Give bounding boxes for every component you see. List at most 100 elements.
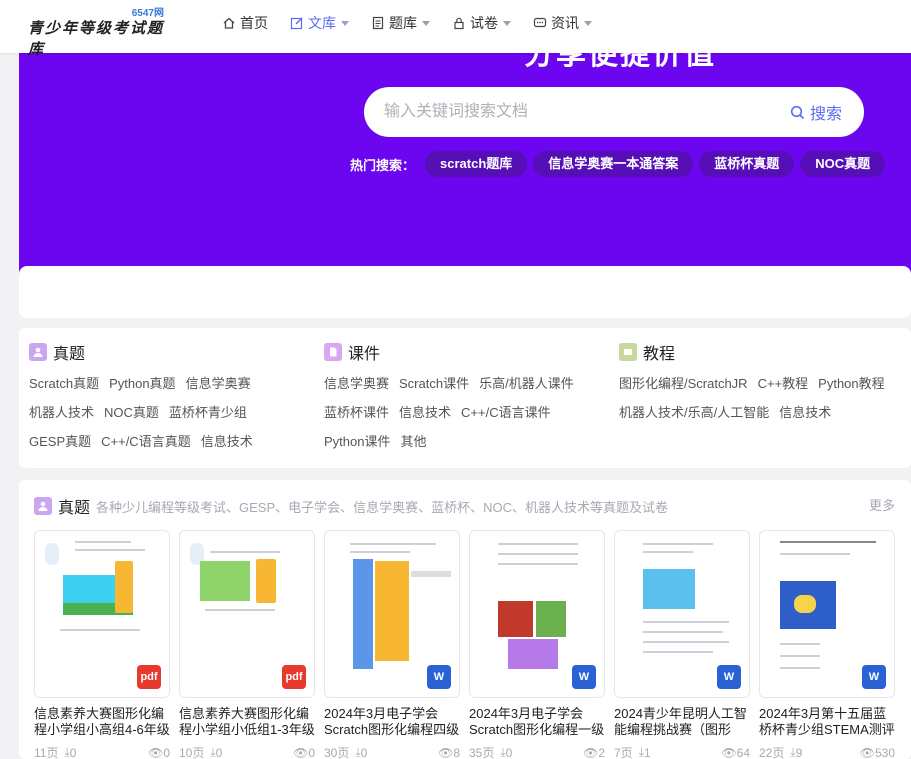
view-count: 0 — [308, 745, 315, 759]
category-link[interactable]: 蓝桥杯课件 — [324, 398, 389, 427]
nav-questions[interactable]: 题库 — [371, 13, 430, 33]
document-thumbnail: W — [614, 530, 750, 698]
search-input[interactable] — [384, 99, 764, 125]
category-link[interactable]: C++教程 — [758, 369, 809, 398]
document-title[interactable]: 2024青少年昆明人工智能编程挑战赛（图形化） — [614, 706, 750, 738]
document-meta: 7页 ⤓ 1 👁 64 — [614, 744, 750, 759]
word-icon: W — [427, 665, 451, 689]
document-card[interactable]: W 2024青少年昆明人工智能编程挑战赛（图形化） 7页 ⤓ 1 👁 64 — [614, 530, 750, 759]
category-link[interactable]: 图形化编程/ScratchJR — [619, 369, 748, 398]
document-title[interactable]: 信息素养大赛图形化编程小学组小低组1-3年级 — [179, 706, 315, 738]
category-links: Scratch真题 Python真题 信息学奥赛 机器人技术 NOC真题 蓝桥杯… — [29, 369, 269, 456]
document-card[interactable]: W 2024年3月电子学会Scratch图形化编程四级 30页 ⤓ 0 👁 8 — [324, 530, 460, 759]
hot-searches: 热门搜索： scratch题库 信息学奥赛一本通答案 蓝桥杯真题 NOC真题 — [350, 151, 891, 177]
category-link[interactable]: 其他 — [400, 427, 426, 456]
category-link[interactable]: 信息技术 — [779, 398, 831, 427]
download-count: 0 — [360, 745, 368, 759]
view-count: 8 — [453, 745, 460, 759]
document-meta: 35页 ⤓ 0 👁 2 — [469, 744, 605, 759]
category-link[interactable]: 信息技术 — [399, 398, 451, 427]
section-description: 各种少儿编程等级考试、GESP、电子学会、信息学奥赛、蓝桥杯、NOC、机器人技术… — [96, 499, 669, 515]
category-link[interactable]: C++/C语言真题 — [101, 427, 191, 456]
category-title: 课件 — [348, 346, 381, 363]
section-title: 真题 — [58, 500, 91, 517]
document-meta: 22页 ⤓ 9 👁 530 — [759, 744, 895, 759]
page-count: 35页 — [469, 746, 495, 759]
category-link[interactable]: Scratch真题 — [29, 369, 99, 398]
page-count: 7页 — [614, 746, 633, 759]
document-title[interactable]: 信息素养大赛图形化编程小学组小高组4-6年级 — [34, 706, 170, 738]
page-count: 10页 — [179, 746, 205, 759]
document-card[interactable]: W 2024年3月第十五届蓝桥杯青少组STEMA测评 22页 ⤓ 9 👁 530 — [759, 530, 895, 759]
nav-news-label: 资讯 — [551, 15, 579, 31]
document-title[interactable]: 2024年3月第十五届蓝桥杯青少组STEMA测评 — [759, 706, 895, 738]
document-thumbnail: W — [469, 530, 605, 698]
lock-icon — [454, 17, 464, 30]
hot-tag[interactable]: NOC真题 — [800, 151, 886, 177]
category-links: 信息学奥赛 Scratch课件 乐高/机器人课件 蓝桥杯课件 信息技术 C++/… — [324, 369, 594, 456]
document-card[interactable]: pdf 信息素养大赛图形化编程小学组小低组1-3年级 10页 ⤓ 0 👁 0 — [179, 530, 315, 759]
category-link[interactable]: Python真题 — [109, 369, 175, 398]
eye-icon: 👁 — [583, 745, 599, 759]
category-link[interactable]: 信息学奥赛 — [324, 369, 389, 398]
category-link[interactable]: C++/C语言课件 — [461, 398, 551, 427]
eye-icon: 👁 — [293, 745, 309, 759]
view-count: 0 — [163, 745, 170, 759]
search-button[interactable]: 搜索 — [790, 100, 842, 124]
site-logo[interactable]: 6547网 青少年等级考试题库 — [28, 4, 178, 58]
download-count: 0 — [69, 745, 77, 759]
document-thumbnail: pdf — [179, 530, 315, 698]
category-link[interactable]: NOC真题 — [104, 398, 159, 427]
document-card[interactable]: W 2024年3月电子学会Scratch图形化编程一级 35页 ⤓ 0 👁 2 — [469, 530, 605, 759]
document-title[interactable]: 2024年3月电子学会Scratch图形化编程一级 — [469, 706, 605, 738]
category-link[interactable]: 蓝桥杯青少组 — [169, 398, 247, 427]
section-header: 真题 各种少儿编程等级考试、GESP、电子学会、信息学奥赛、蓝桥杯、NOC、机器… — [34, 494, 668, 518]
nav-news[interactable]: 资讯 — [533, 13, 592, 33]
category-link[interactable]: Python教程 — [818, 369, 884, 398]
logo-title: 青少年等级考试题库 — [28, 19, 165, 58]
category-link[interactable]: Python课件 — [324, 427, 390, 456]
nav-library-label: 文库 — [308, 15, 336, 31]
document-meta: 11页 ⤓ 0 👁 0 — [34, 744, 170, 759]
category-title: 真题 — [53, 346, 86, 363]
download-count: 0 — [215, 745, 223, 759]
view-count: 530 — [874, 745, 895, 759]
more-link[interactable]: 更多 — [869, 495, 895, 514]
category-link[interactable]: 机器人技术/乐高/人工智能 — [619, 398, 769, 427]
document-meta: 30页 ⤓ 0 👁 8 — [324, 744, 460, 759]
word-icon: W — [862, 665, 886, 689]
chat-icon — [533, 17, 547, 28]
search-icon — [790, 105, 805, 119]
nav-papers-label: 试卷 — [470, 15, 498, 31]
hot-tag[interactable]: 蓝桥杯真题 — [699, 151, 795, 177]
nav-home[interactable]: 首页 — [222, 13, 268, 33]
document-title[interactable]: 2024年3月电子学会Scratch图形化编程四级 — [324, 706, 460, 738]
category-links: 图形化编程/ScratchJR C++教程 Python教程 机器人技术/乐高/… — [619, 369, 904, 427]
document-card[interactable]: pdf 信息素养大赛图形化编程小学组小高组4-6年级 11页 ⤓ 0 👁 0 — [34, 530, 170, 759]
hero-title: 分享便捷价值 — [524, 53, 716, 71]
category-link[interactable]: Scratch课件 — [399, 369, 469, 398]
category-link[interactable]: 信息学奥赛 — [186, 369, 251, 398]
nav-papers[interactable]: 试卷 — [452, 13, 511, 33]
hot-tag[interactable]: 信息学奥赛一本通答案 — [533, 151, 694, 177]
view-count: 64 — [736, 745, 750, 759]
document-meta: 10页 ⤓ 0 👁 0 — [179, 744, 315, 759]
document-thumbnail: pdf — [34, 530, 170, 698]
category-tutorials: 教程 图形化编程/ScratchJR C++教程 Python教程 机器人技术/… — [619, 340, 904, 427]
chevron-down-icon — [422, 20, 430, 26]
search-box: 搜索 — [364, 87, 864, 137]
category-link[interactable]: 乐高/机器人课件 — [479, 369, 574, 398]
nav-library[interactable]: 文库 — [290, 13, 349, 33]
eye-icon: 👁 — [438, 745, 454, 759]
pdf-icon: pdf — [137, 665, 161, 689]
category-heading: 课件 — [324, 340, 594, 364]
nav-home-label: 首页 — [240, 15, 268, 31]
category-link[interactable]: 机器人技术 — [29, 398, 94, 427]
category-panel: 真题 Scratch真题 Python真题 信息学奥赛 机器人技术 NOC真题 … — [19, 328, 911, 468]
edit-icon — [290, 17, 303, 30]
document-thumbnail: W — [759, 530, 895, 698]
eye-icon: 👁 — [148, 745, 164, 759]
hot-tag[interactable]: scratch题库 — [425, 151, 528, 177]
category-link[interactable]: 信息技术 — [201, 427, 253, 456]
category-link[interactable]: GESP真题 — [29, 427, 91, 456]
